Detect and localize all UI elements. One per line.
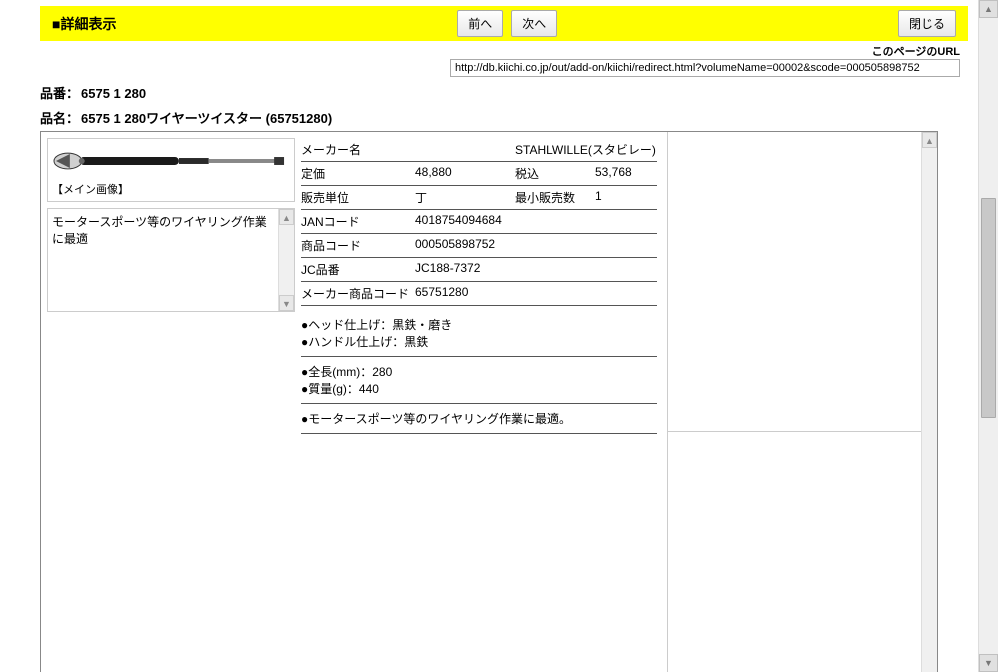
spec-value: 65751280 [415, 285, 468, 302]
header-bar: ■詳細表示 前へ 次へ 閉じる [40, 6, 968, 41]
code-label: 品番： [40, 86, 79, 101]
bullet-line: ●全長(mm)：280 [301, 363, 657, 380]
scroll-up-icon[interactable]: ▲ [279, 209, 294, 225]
code-value: 6575 1 280 [81, 86, 146, 101]
right-scrollbar[interactable]: ▲ ▼ [921, 132, 937, 672]
main-frame: 【メイン画像】 モータースポーツ等のワイヤリング作業に最適 ▲ ▼ メーカー名 [40, 131, 938, 672]
product-image [52, 143, 290, 179]
spec-value: 000505898752 [415, 237, 495, 254]
scroll-track[interactable] [922, 148, 937, 672]
desc-scrollbar[interactable]: ▲ ▼ [278, 209, 294, 311]
page-title: ■詳細表示 [52, 14, 116, 34]
right-upper-area [668, 132, 921, 432]
spec-row-maker: メーカー名 STAHLWILLE(スタビレー) [301, 138, 657, 162]
spec-value: 48,880 [415, 165, 515, 182]
spec-row-unit: 販売単位 丁 最小販売数 1 [301, 186, 657, 210]
page-scrollbar[interactable]: ▲ ▼ [978, 0, 998, 672]
bullet-line: ●ヘッド仕上げ：黒鉄・磨き [301, 316, 657, 333]
bullet-section-1: ●ヘッド仕上げ：黒鉄・磨き ●ハンドル仕上げ：黒鉄 [301, 316, 657, 357]
url-label: このページのURL [872, 43, 960, 59]
scroll-down-icon[interactable]: ▼ [979, 654, 998, 672]
description-text: モータースポーツ等のワイヤリング作業に最適 [48, 209, 278, 311]
url-row: このページのURL [40, 43, 968, 59]
spec-value: 丁 [415, 189, 515, 206]
bullet-line: ●質量(g)：440 [301, 380, 657, 397]
spec-label: JANコード [301, 213, 415, 230]
image-caption: 【メイン画像】 [52, 181, 290, 197]
spec-label: 商品コード [301, 237, 415, 254]
scroll-down-icon[interactable]: ▼ [279, 295, 294, 311]
bullet-line: ●モータースポーツ等のワイヤリング作業に最適。 [301, 410, 657, 427]
close-button[interactable]: 閉じる [898, 10, 956, 37]
scroll-thumb[interactable] [981, 198, 996, 418]
prev-button[interactable]: 前へ [457, 10, 503, 37]
spec-column: メーカー名 STAHLWILLE(スタビレー) 定価 48,880 税込 53,… [301, 132, 667, 672]
description-box: モータースポーツ等のワイヤリング作業に最適 ▲ ▼ [47, 208, 295, 312]
scroll-up-icon[interactable]: ▲ [922, 132, 937, 148]
bullet-line: ●ハンドル仕上げ：黒鉄 [301, 333, 657, 350]
product-name-line: 品名：6575 1 280ワイヤーツイスター (65751280) [40, 108, 968, 127]
scroll-track[interactable] [979, 18, 998, 654]
nav-buttons: 前へ 次へ [457, 10, 557, 37]
spec-row-price: 定価 48,880 税込 53,768 [301, 162, 657, 186]
bullet-section-2: ●全長(mm)：280 ●質量(g)：440 [301, 363, 657, 404]
spec-label: 定価 [301, 165, 415, 182]
spec-label: メーカー名 [301, 141, 415, 158]
spec-value: JC188-7372 [415, 261, 480, 278]
spec-label: 最小販売数 [515, 189, 595, 206]
spec-value: 1 [595, 189, 657, 206]
name-label: 品名： [40, 111, 79, 126]
spec-value: 53,768 [595, 165, 657, 182]
next-button[interactable]: 次へ [511, 10, 557, 37]
spec-row-jc: JC品番 JC188-7372 [301, 258, 657, 282]
pliers-icon [52, 146, 290, 176]
spec-label: メーカー商品コード [301, 285, 415, 302]
spec-value: 4018754094684 [415, 213, 502, 230]
spec-label: 販売単位 [301, 189, 415, 206]
left-column: 【メイン画像】 モータースポーツ等のワイヤリング作業に最適 ▲ ▼ [41, 132, 301, 672]
spec-row-makercode: メーカー商品コード 65751280 [301, 282, 657, 306]
spec-row-prodcode: 商品コード 000505898752 [301, 234, 657, 258]
product-code-line: 品番：6575 1 280 [40, 83, 968, 102]
right-column: ▲ ▼ [667, 132, 937, 672]
name-value: 6575 1 280ワイヤーツイスター (65751280) [81, 111, 332, 126]
bullet-section-3: ●モータースポーツ等のワイヤリング作業に最適。 [301, 410, 657, 434]
url-input[interactable] [450, 59, 960, 77]
spec-label: 税込 [515, 165, 595, 182]
scroll-up-icon[interactable]: ▲ [979, 0, 998, 18]
right-panel [668, 132, 921, 672]
spec-row-jan: JANコード 4018754094684 [301, 210, 657, 234]
spec-label: JC品番 [301, 261, 415, 278]
spec-value: STAHLWILLE(スタビレー) [515, 141, 656, 158]
image-box: 【メイン画像】 [47, 138, 295, 202]
